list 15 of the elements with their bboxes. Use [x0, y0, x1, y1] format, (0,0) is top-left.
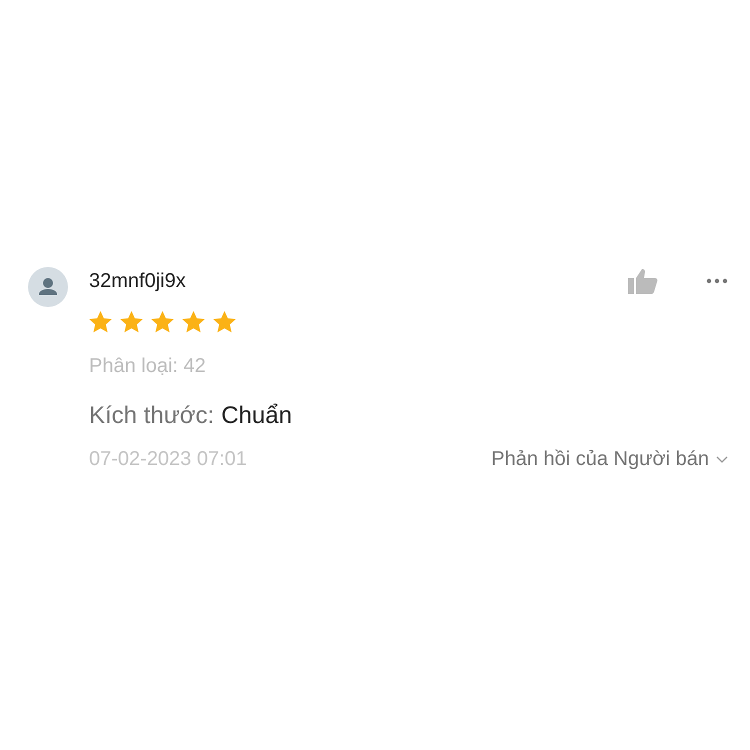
- more-icon[interactable]: [706, 278, 728, 284]
- star-icon: [89, 311, 112, 333]
- avatar-icon: [28, 267, 68, 307]
- size-label: Kích thước:: [89, 402, 214, 430]
- size-value: Chuẩn: [221, 402, 292, 430]
- star-icon: [151, 311, 174, 333]
- seller-reply-toggle[interactable]: Phản hồi của Người bán: [491, 448, 728, 471]
- review-date: 07-02-2023 07:01: [89, 448, 248, 471]
- thumbs-up-icon[interactable]: [628, 268, 658, 294]
- username: 32mnf0ji9x: [89, 270, 187, 292]
- star-icon: [182, 311, 205, 333]
- star-icon: [120, 311, 143, 333]
- variation-text: Phân loại: 42: [89, 355, 206, 378]
- caret-icon: [716, 456, 728, 464]
- star-icon: [213, 311, 236, 333]
